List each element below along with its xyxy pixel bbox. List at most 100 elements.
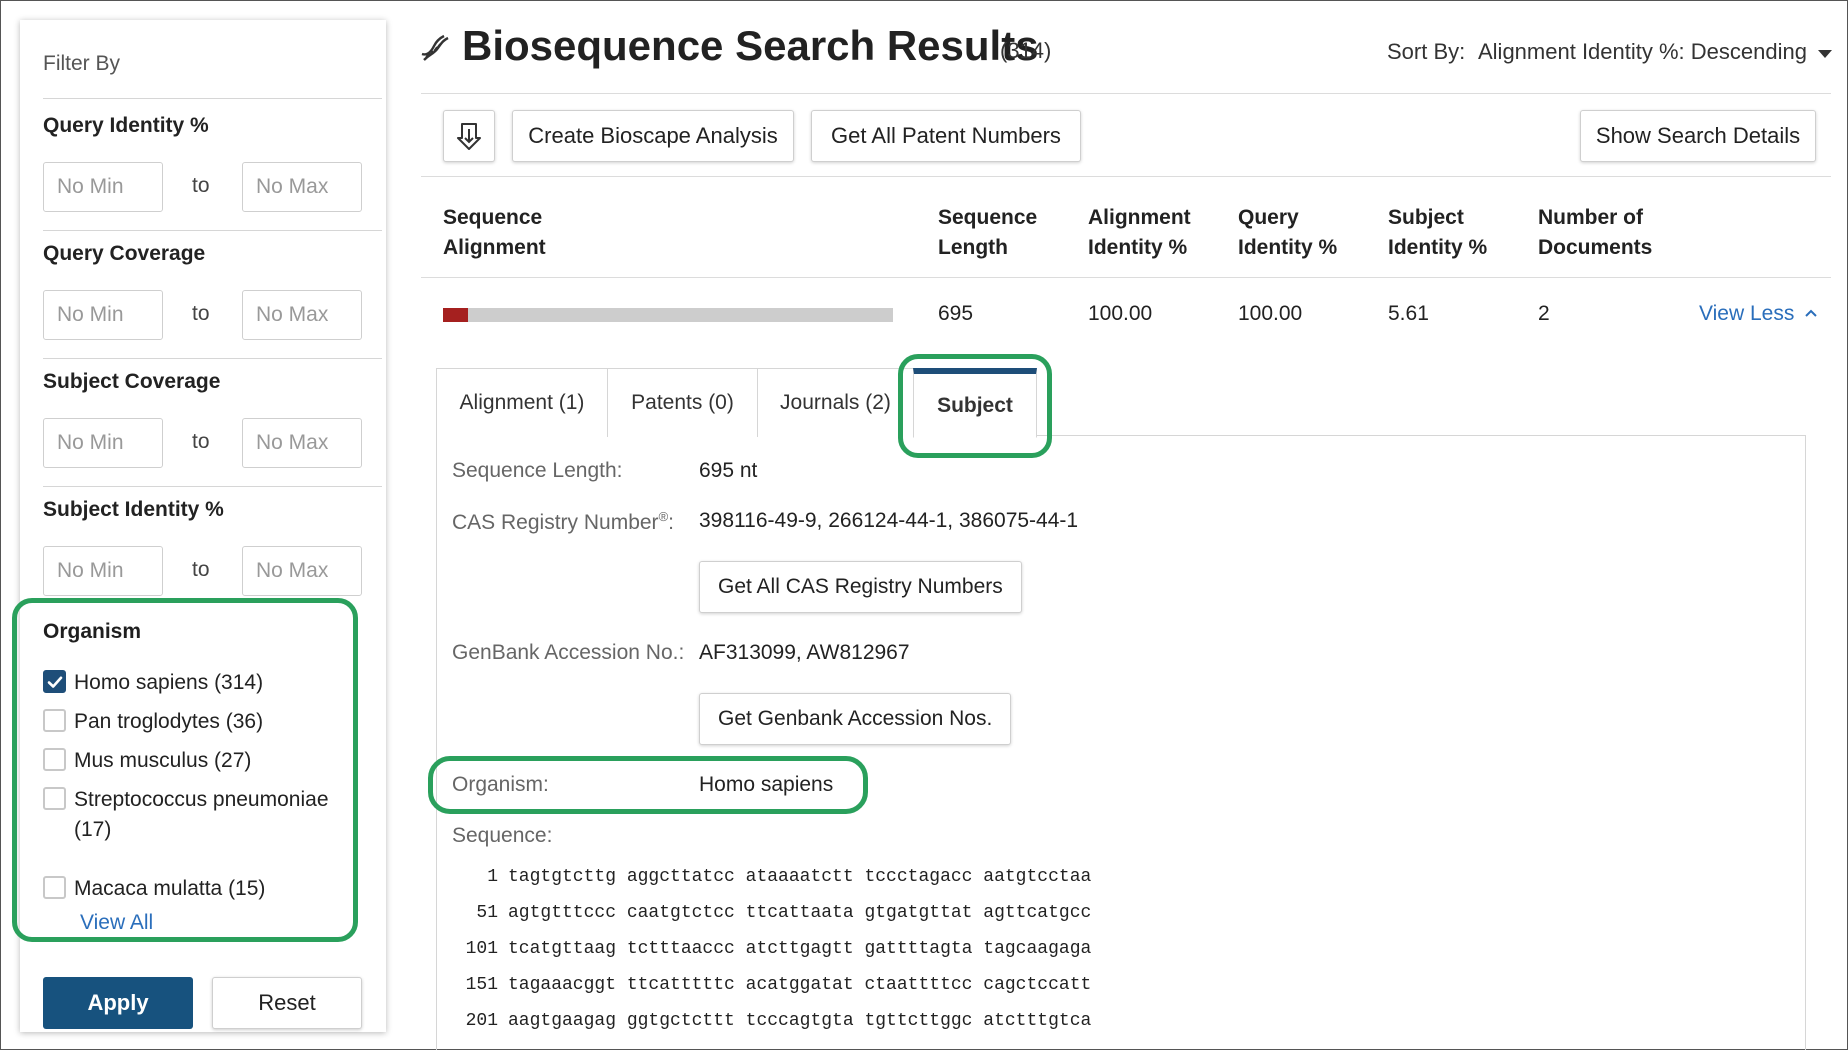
checkbox-icon[interactable] — [43, 876, 66, 899]
view-all-organisms-link[interactable]: View All — [80, 911, 153, 935]
filter-label-subject-coverage: Subject Coverage — [43, 370, 221, 393]
query-identity-max-input[interactable] — [242, 162, 362, 212]
sequence-line: 201 aagtgaagag ggtgctcttt tcccagtgta tgtt… — [452, 1011, 1092, 1031]
organism-filter-title: Organism — [43, 620, 142, 643]
organism-option-label: Macaca mulatta (15) — [74, 877, 266, 900]
divider — [421, 176, 1831, 177]
sequence-line-bases: tagtgtcttg aggcttatcc ataaaatctt tccctag… — [508, 867, 1092, 887]
organism-option-pan-troglodytes[interactable]: Pan troglodytes (36) — [43, 707, 263, 737]
sequence-line-number: 201 — [465, 1011, 498, 1031]
organism-option-streptococcus-pneumoniae[interactable]: Streptococcus pneumoniae (17) — [43, 785, 363, 845]
to-label: to — [192, 558, 210, 581]
get-genbank-accession-nos-button[interactable]: Get Genbank Accession Nos. — [699, 693, 1012, 745]
query-identity-min-input[interactable] — [43, 162, 163, 212]
show-search-details-button[interactable]: Show Search Details — [1580, 110, 1816, 162]
subject-identity-min-input[interactable] — [43, 546, 163, 596]
sequence-line-number: 151 — [465, 975, 498, 995]
organism-option-macaca-mulatta[interactable]: Macaca mulatta (15) — [43, 874, 265, 904]
create-bioscape-analysis-button[interactable]: Create Bioscape Analysis — [512, 110, 794, 162]
organism-option-label: Homo sapiens (314) — [74, 671, 264, 694]
cas-registry-label: CAS Registry Number®: — [452, 509, 674, 535]
alignment-bar — [443, 308, 893, 322]
get-all-cas-registry-numbers-button[interactable]: Get All CAS Registry Numbers — [699, 561, 1022, 613]
sequence-label: Sequence: — [452, 824, 553, 847]
column-header-sequence-alignment: Sequence Alignment — [443, 206, 546, 259]
registered-mark: ® — [658, 509, 669, 524]
chevron-up-icon — [1805, 309, 1817, 317]
apply-button[interactable]: Apply — [43, 977, 193, 1029]
organism-option-label: Pan troglodytes (36) — [74, 710, 264, 733]
download-icon — [457, 123, 481, 150]
filter-title: Filter By — [43, 52, 121, 75]
to-label: to — [192, 302, 210, 325]
checkbox-icon[interactable] — [43, 748, 66, 771]
reset-button[interactable]: Reset — [212, 977, 362, 1029]
divider — [43, 358, 382, 359]
tab-journals[interactable]: Journals (2) — [757, 368, 914, 437]
column-header-sequence-length: Sequence Length — [938, 206, 1038, 259]
divider — [421, 93, 1831, 94]
subject-identity-max-input[interactable] — [242, 546, 362, 596]
column-header-number-of-documents: Number of Documents — [1538, 206, 1653, 259]
divider — [421, 277, 1831, 278]
sequence-line: 151 tagaaacggt ttcatttttc acatggatat ctaa… — [452, 975, 1092, 995]
checkbox-checked-icon[interactable] — [43, 670, 66, 693]
divider — [43, 230, 382, 231]
cas-registry-value: 398116-49-9, 266124-44-1, 386075-44-1 — [699, 509, 1079, 532]
sequence-line-bases: aagtgaagag ggtgctcttt tcccagtgta tgttctt… — [508, 1011, 1092, 1031]
query-coverage-max-input[interactable] — [242, 290, 362, 340]
page-title: Biosequence Search Results — [462, 22, 1039, 69]
cas-registry-label-text: CAS Registry Number — [452, 511, 659, 534]
filter-label-subject-identity: Subject Identity % — [43, 498, 224, 521]
sequence-line: 101 tcatgttaag tctttaaccc atcttgagtt gatt… — [452, 939, 1092, 959]
sequence-line-bases: tcatgttaag tctttaaccc atcttgagtt gatttta… — [508, 939, 1092, 959]
organism-option-label: Streptococcus pneumoniae (17) — [74, 788, 329, 841]
organism-label: Organism: — [452, 773, 549, 796]
sort-dropdown[interactable]: Alignment Identity %: Descending — [1478, 39, 1807, 65]
checkbox-icon[interactable] — [43, 787, 66, 810]
results-count: (314) — [1000, 38, 1052, 63]
view-less-label: View Less — [1699, 302, 1795, 325]
cell-query-identity: 100.00 — [1238, 302, 1303, 325]
tab-patents[interactable]: Patents (0) — [607, 368, 758, 437]
sequence-line: 51 agtgtttccc caatgtctcc ttcattaata gtgat… — [452, 903, 1091, 923]
alignment-bar-fill — [443, 308, 468, 322]
dna-icon — [421, 34, 449, 61]
divider — [43, 98, 382, 99]
sort-by-label: Sort By: — [1387, 39, 1466, 64]
cell-alignment-identity: 100.00 — [1088, 302, 1153, 325]
divider — [43, 486, 382, 487]
get-all-patent-numbers-button[interactable]: Get All Patent Numbers — [811, 110, 1081, 162]
sequence-line-bases: agtgtttccc caatgtctcc ttcattaata gtgatgt… — [508, 903, 1092, 923]
sequence-line-bases: tagaaacggt ttcatttttc acatggatat ctaattt… — [508, 975, 1092, 995]
download-button[interactable] — [443, 110, 495, 162]
organism-option-label: Mus musculus (27) — [74, 749, 252, 772]
tab-alignment[interactable]: Alignment (1) — [436, 368, 608, 437]
column-header-subject-identity: Subject Identity % — [1388, 206, 1488, 259]
sequence-line-number: 101 — [465, 939, 498, 959]
subject-tab-highlight-box — [898, 354, 1052, 458]
view-less-link[interactable]: View Less — [1699, 302, 1818, 326]
cell-sequence-length: 695 — [938, 302, 974, 325]
column-header-query-identity: Query Identity % — [1238, 206, 1338, 259]
sequence-line-number: 51 — [476, 903, 498, 923]
subject-coverage-min-input[interactable] — [43, 418, 163, 468]
checkbox-icon[interactable] — [43, 709, 66, 732]
sequence-line: 1 tagtgtcttg aggcttatcc ataaaatctt tcccta… — [452, 867, 1091, 887]
cell-number-of-documents: 2 — [1538, 302, 1550, 325]
to-label: to — [192, 174, 210, 197]
cas-registry-label-colon: : — [668, 511, 674, 534]
to-label: to — [192, 430, 210, 453]
chevron-down-icon[interactable] — [1818, 50, 1832, 58]
filter-sidebar: Filter By Query Identity % to Query Cove… — [12, 20, 386, 1032]
subject-coverage-max-input[interactable] — [242, 418, 362, 468]
organism-option-homo-sapiens[interactable]: Homo sapiens (314) — [43, 668, 263, 698]
filter-label-query-coverage: Query Coverage — [43, 242, 206, 265]
sequence-length-value: 695 nt — [699, 459, 758, 482]
organism-value: Homo sapiens — [699, 773, 834, 796]
genbank-accession-label: GenBank Accession No.: — [452, 641, 685, 664]
organism-option-mus-musculus[interactable]: Mus musculus (27) — [43, 746, 251, 776]
column-header-alignment-identity: Alignment Identity % — [1088, 206, 1191, 259]
query-coverage-min-input[interactable] — [43, 290, 163, 340]
filter-label-query-identity: Query Identity % — [43, 114, 209, 137]
